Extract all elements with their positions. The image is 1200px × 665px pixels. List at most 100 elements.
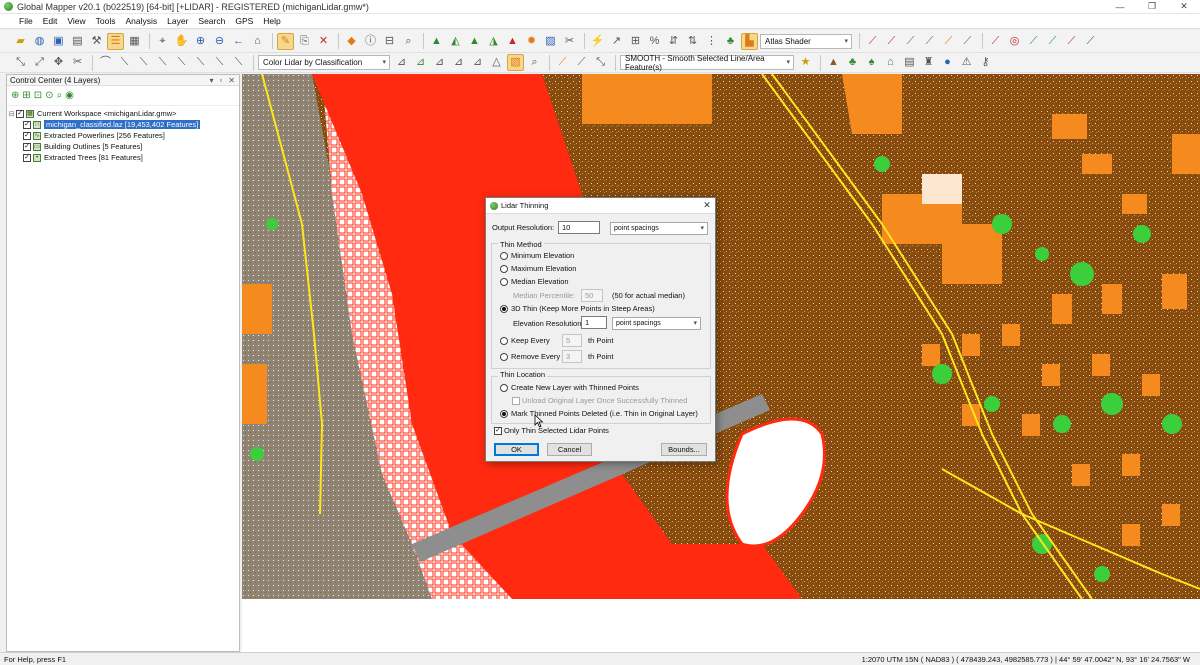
shader-combo[interactable]: Atlas Shader ▾: [760, 33, 852, 49]
overlay-control-icon[interactable]: ☰: [107, 32, 124, 50]
collapse-icon[interactable]: ⊟: [7, 110, 16, 118]
menu-gps[interactable]: GPS: [230, 16, 258, 26]
lidar-class-icon[interactable]: ⊿: [412, 54, 429, 71]
menu-help[interactable]: Help: [258, 16, 285, 26]
lidar-select-icon[interactable]: ⊿: [393, 54, 410, 71]
back-arrow-icon[interactable]: ←: [230, 33, 247, 50]
lidar-thin-icon[interactable]: ▧: [507, 54, 524, 71]
tools-icon[interactable]: ✂: [561, 33, 578, 50]
star-icon[interactable]: ★: [797, 54, 814, 71]
layer-view-icon[interactable]: ◉: [65, 90, 74, 101]
method-max-radio[interactable]: Maximum Elevation: [500, 264, 576, 273]
line-join-icon[interactable]: ⟍: [135, 54, 152, 71]
select-icon[interactable]: ⌖: [154, 33, 171, 50]
line-trim-icon[interactable]: ⟍: [211, 54, 228, 71]
move-icon[interactable]: ✥: [50, 54, 67, 71]
layer-add-icon[interactable]: ⊕: [11, 90, 19, 101]
search-icon[interactable]: ⌕: [400, 33, 417, 50]
keep-every-input[interactable]: 5: [562, 334, 582, 347]
measure-icon[interactable]: ⊟: [381, 33, 398, 50]
line-edit-icon[interactable]: ⟍: [116, 54, 133, 71]
cut-icon[interactable]: ✂: [69, 54, 86, 71]
config-icon[interactable]: ⚒: [88, 33, 105, 50]
smooth-combo[interactable]: SMOOTH - Smooth Selected Line/Area Featu…: [620, 54, 794, 72]
open-folder-icon[interactable]: ▰: [12, 33, 29, 50]
map-view[interactable]: [242, 74, 1200, 652]
edit-icon[interactable]: ⎘: [296, 33, 313, 50]
panel-restore-icon[interactable]: ▫: [219, 76, 222, 85]
water-drop-icon[interactable]: ●: [939, 54, 956, 71]
pan-hand-icon[interactable]: ✋: [173, 33, 190, 50]
mountain-icon[interactable]: ▲: [825, 54, 842, 71]
create-new-layer-radio[interactable]: Create New Layer with Thinned Points: [500, 383, 639, 392]
road-icon[interactable]: ⚠: [958, 54, 975, 71]
key-icon[interactable]: ⚷: [977, 54, 994, 71]
shader-icon[interactable]: ▙: [741, 32, 758, 50]
panel-menu-icon[interactable]: ▾: [209, 76, 213, 85]
menu-analysis[interactable]: Analysis: [120, 16, 162, 26]
layer-checkbox[interactable]: ✓: [23, 142, 31, 151]
mark-deleted-radio[interactable]: Mark Thinned Points Deleted (i.e. Thin i…: [500, 409, 698, 418]
layer-checkbox[interactable]: ✓: [23, 153, 31, 162]
grid-icon[interactable]: ▤: [901, 54, 918, 71]
bounds-button[interactable]: Bounds...: [661, 443, 707, 456]
zoom-out-icon[interactable]: ⊖: [211, 33, 228, 50]
method-3d-radio[interactable]: 3D Thin (Keep More Points in Steep Areas…: [500, 304, 655, 313]
layer-row[interactable]: ✓ ∿ Extracted Powerlines [256 Features]: [7, 130, 239, 141]
info-icon[interactable]: ⓘ: [362, 33, 379, 50]
lidar-color-combo[interactable]: Color Lidar by Classification ▾: [258, 55, 390, 70]
elevation-icon[interactable]: ▲: [466, 33, 483, 50]
panel-close-icon[interactable]: ✕: [228, 76, 235, 85]
raster-icon[interactable]: ▨: [542, 33, 559, 50]
delete-icon[interactable]: ✕: [315, 33, 332, 50]
feature-grn-icon[interactable]: ⟋: [1025, 33, 1042, 50]
keep-every-radio[interactable]: Keep Every: [500, 336, 550, 345]
line-extend-icon[interactable]: ⟍: [230, 54, 247, 71]
contour-icon[interactable]: ◮: [485, 33, 502, 50]
digitizer-pencil-icon[interactable]: ✎: [277, 32, 294, 50]
median-percentile-input[interactable]: 50: [581, 289, 603, 302]
draw-line-icon[interactable]: ⟋: [864, 33, 881, 50]
tag-icon[interactable]: ◆: [343, 33, 360, 50]
lidar-filter-icon[interactable]: ⇅: [684, 33, 701, 50]
lidar-profile-icon[interactable]: ⊿: [450, 54, 467, 71]
menu-tools[interactable]: Tools: [91, 16, 121, 26]
layer-zoom-icon[interactable]: ⊙: [45, 90, 53, 101]
draw-area-2-icon[interactable]: ⟋: [921, 33, 938, 50]
remove-every-input[interactable]: 3: [562, 350, 582, 363]
zoom-in-icon[interactable]: ⊕: [192, 33, 209, 50]
feature-red-icon[interactable]: ⟋: [1063, 33, 1080, 50]
home-icon[interactable]: ⌂: [249, 33, 266, 50]
line-rotate-icon[interactable]: ⟍: [173, 54, 190, 71]
minimize-button[interactable]: —: [1104, 0, 1136, 14]
layer-row[interactable]: ✓ ▭ Building Outlines [5 Features]: [7, 141, 239, 152]
line-scale-icon[interactable]: ⟍: [192, 54, 209, 71]
workspace-row[interactable]: ⊟ ✓ ▦ Current Workspace <michiganLidar.g…: [7, 108, 239, 119]
menu-edit[interactable]: Edit: [38, 16, 63, 26]
remove-every-radio[interactable]: Remove Every: [500, 352, 560, 361]
sun-icon[interactable]: ✹: [523, 33, 540, 50]
workspace-checkbox[interactable]: ✓: [16, 109, 24, 118]
unload-original-checkbox[interactable]: Unload Original Layer Once Successfully …: [512, 396, 687, 405]
menu-file[interactable]: File: [14, 16, 38, 26]
draw-path-icon[interactable]: ⟋: [959, 33, 976, 50]
line-split-icon[interactable]: ⟍: [154, 54, 171, 71]
method-median-radio[interactable]: Median Elevation: [500, 277, 569, 286]
draw-line-2-icon[interactable]: ⟋: [883, 33, 900, 50]
snap-icon[interactable]: ⤢: [31, 54, 48, 71]
draw-area-icon[interactable]: ⟋: [902, 33, 919, 50]
layer-checkbox[interactable]: ✓: [23, 131, 31, 140]
percent-icon[interactable]: %: [646, 33, 663, 50]
tree-area-icon[interactable]: ♣: [844, 54, 861, 71]
lidar-tools-icon[interactable]: ⋮: [703, 33, 720, 50]
cancel-button[interactable]: Cancel: [547, 443, 592, 456]
terrain-red-icon[interactable]: ▲: [504, 33, 521, 50]
arrow-tool-icon[interactable]: ↗: [608, 33, 625, 50]
elevation-resolution-unit-select[interactable]: point spacings ▾: [612, 317, 701, 330]
lidar-pen-icon[interactable]: ⟋: [554, 54, 571, 71]
lidar-tool-icon[interactable]: ⤡: [592, 54, 609, 71]
maximize-button[interactable]: ❐: [1136, 0, 1168, 14]
tree-icon[interactable]: ♠: [863, 54, 880, 71]
layer-icon[interactable]: ▦: [126, 33, 143, 50]
output-resolution-input[interactable]: 10: [558, 221, 600, 234]
